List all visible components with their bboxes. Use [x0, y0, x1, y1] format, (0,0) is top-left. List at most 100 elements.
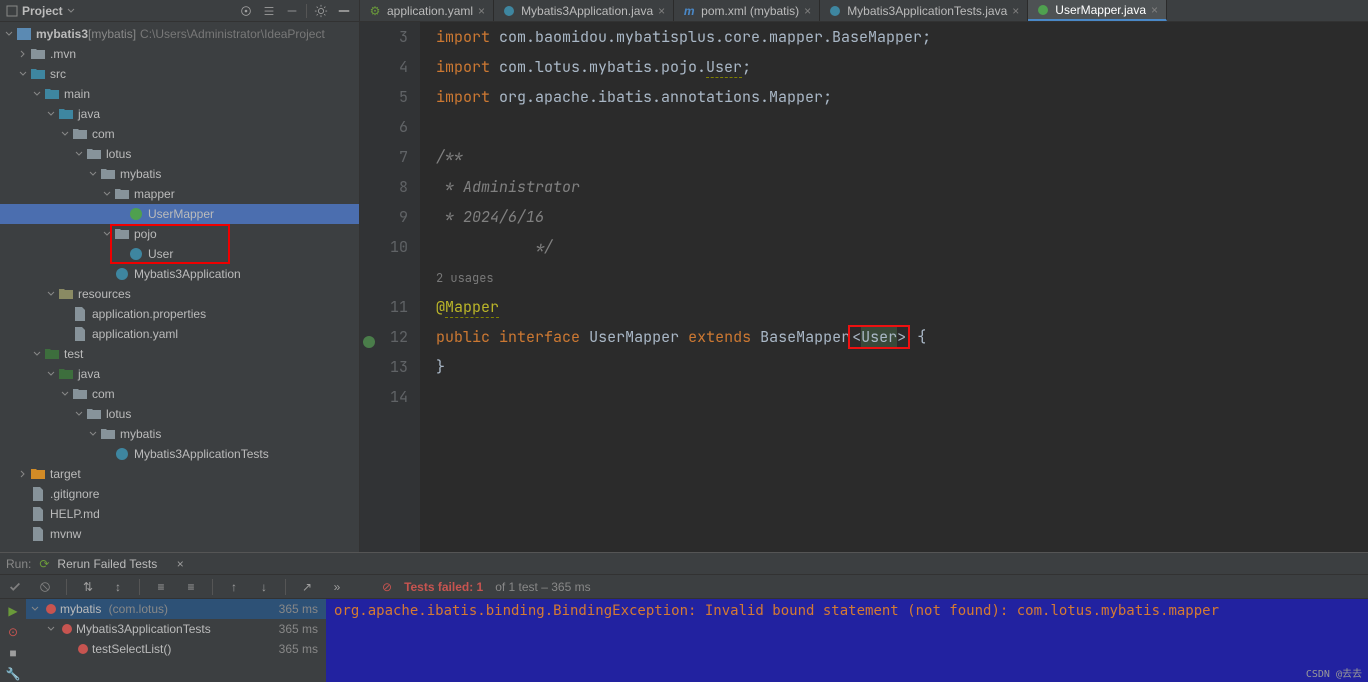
chevron-down-icon[interactable]: [18, 69, 28, 79]
sort2-icon[interactable]: ↕: [109, 578, 127, 596]
locate-icon[interactable]: [237, 2, 255, 20]
tree-item[interactable]: mybatis: [0, 424, 359, 444]
code-line[interactable]: * Administrator: [436, 172, 1368, 202]
close-icon[interactable]: ×: [478, 4, 485, 18]
chevron-down-icon[interactable]: [60, 389, 70, 399]
project-tree[interactable]: mybatis3 [mybatis]C:\Users\Administrator…: [0, 22, 359, 552]
next-fail-icon[interactable]: ↓: [255, 578, 273, 596]
tree-item[interactable]: main: [0, 84, 359, 104]
gear-icon[interactable]: [312, 2, 330, 20]
toggle-pass-icon[interactable]: [6, 578, 24, 596]
editor-tab[interactable]: UserMapper.java ×: [1028, 0, 1167, 21]
chevron-down-icon[interactable]: [74, 149, 84, 159]
code-line[interactable]: import com.lotus.mybatis.pojo.User;: [436, 52, 1368, 82]
code-line[interactable]: @Mapper: [436, 292, 1368, 322]
tree-item[interactable]: Mybatis3ApplicationTests: [0, 444, 359, 464]
run-icon[interactable]: ▶: [4, 603, 22, 618]
editor-tab[interactable]: mpom.xml (mybatis) ×: [674, 0, 820, 21]
tree-item[interactable]: com: [0, 384, 359, 404]
tree-item[interactable]: User: [0, 244, 359, 264]
toggle-ignored-icon[interactable]: [36, 578, 54, 596]
code-line[interactable]: }: [436, 352, 1368, 382]
close-icon[interactable]: ×: [804, 4, 811, 18]
code-line[interactable]: public interface UserMapper extends Base…: [436, 322, 1368, 352]
editor-tab[interactable]: Mybatis3ApplicationTests.java ×: [820, 0, 1028, 21]
tree-item[interactable]: mybatis: [0, 164, 359, 184]
code-line[interactable]: [436, 112, 1368, 142]
code-line[interactable]: import org.apache.ibatis.annotations.Map…: [436, 82, 1368, 112]
chevron-down-icon[interactable]: [46, 109, 56, 119]
code-line[interactable]: /**: [436, 142, 1368, 172]
chevron-right-icon[interactable]: [18, 469, 28, 479]
collapse-icon[interactable]: ≡: [182, 578, 200, 596]
chevron-down-icon[interactable]: [74, 409, 84, 419]
tree-item[interactable]: lotus: [0, 404, 359, 424]
tree-item[interactable]: target: [0, 464, 359, 484]
debug-icon[interactable]: ⊙: [4, 624, 22, 639]
chevron-down-icon[interactable]: [88, 429, 98, 439]
code-line[interactable]: [436, 382, 1368, 412]
tree-item[interactable]: HELP.md: [0, 504, 359, 524]
code-editor[interactable]: 34567891011121314 import com.baomidou.my…: [360, 22, 1368, 552]
run-config-name[interactable]: Rerun Failed Tests: [57, 557, 157, 571]
override-gutter-icon[interactable]: [362, 329, 376, 343]
tree-item[interactable]: .gitignore: [0, 484, 359, 504]
tree-item[interactable]: mvnw: [0, 524, 359, 544]
chevron-down-icon[interactable]: [60, 129, 70, 139]
code-line[interactable]: */: [436, 232, 1368, 262]
code-body[interactable]: import com.baomidou.mybatisplus.core.map…: [420, 22, 1368, 552]
expand-icon[interactable]: ≡: [152, 578, 170, 596]
chevron-right-icon[interactable]: [18, 49, 28, 59]
close-icon[interactable]: ×: [1151, 3, 1158, 17]
chevron-down-icon[interactable]: [102, 189, 112, 199]
expand-all-icon[interactable]: [260, 2, 278, 20]
tree-item[interactable]: pojo: [0, 224, 359, 244]
tree-item[interactable]: com: [0, 124, 359, 144]
chevron-down-icon[interactable]: [32, 89, 42, 99]
tree-item[interactable]: java: [0, 364, 359, 384]
tree-item[interactable]: test: [0, 344, 359, 364]
chevron-down-icon[interactable]: [30, 604, 40, 614]
tree-item[interactable]: java: [0, 104, 359, 124]
close-icon[interactable]: ×: [658, 4, 665, 18]
chevron-down-icon[interactable]: [46, 369, 56, 379]
close-icon[interactable]: ×: [171, 555, 189, 573]
chevron-down-icon[interactable]: [32, 349, 42, 359]
tree-item[interactable]: application.yaml: [0, 324, 359, 344]
editor-tab[interactable]: Mybatis3Application.java ×: [494, 0, 674, 21]
chevron-down-icon[interactable]: [46, 289, 56, 299]
tree-item[interactable]: src: [0, 64, 359, 84]
code-line[interactable]: 2 usages: [436, 262, 1368, 292]
test-console[interactable]: org.apache.ibatis.binding.BindingExcepti…: [326, 599, 1368, 682]
stop-icon[interactable]: ■: [4, 646, 22, 661]
tree-item[interactable]: Mybatis3Application: [0, 264, 359, 284]
tree-root[interactable]: mybatis3 [mybatis]C:\Users\Administrator…: [0, 24, 359, 44]
chevron-down-icon[interactable]: [102, 229, 112, 239]
chevron-down-icon[interactable]: [88, 169, 98, 179]
test-tree-item[interactable]: Mybatis3ApplicationTests 365 ms: [26, 619, 326, 639]
export-icon[interactable]: ↗: [298, 578, 316, 596]
project-panel-title[interactable]: Project: [6, 4, 75, 18]
wrench-icon[interactable]: 🔧: [4, 667, 22, 682]
tree-item[interactable]: lotus: [0, 144, 359, 164]
rerun-icon[interactable]: ⟳: [39, 557, 49, 571]
test-tree-item[interactable]: testSelectList() 365 ms: [26, 639, 326, 659]
tree-item[interactable]: mapper: [0, 184, 359, 204]
chevron-down-icon[interactable]: [46, 624, 56, 634]
chevron-down-icon[interactable]: [4, 29, 14, 39]
sort-icon[interactable]: ⇅: [79, 578, 97, 596]
code-line[interactable]: import com.baomidou.mybatisplus.core.map…: [436, 22, 1368, 52]
tree-item[interactable]: resources: [0, 284, 359, 304]
collapse-all-icon[interactable]: [283, 2, 301, 20]
more-icon[interactable]: »: [328, 578, 346, 596]
editor-tab[interactable]: ⚙application.yaml ×: [360, 0, 494, 21]
hide-icon[interactable]: [335, 2, 353, 20]
prev-fail-icon[interactable]: ↑: [225, 578, 243, 596]
code-line[interactable]: * 2024/6/16: [436, 202, 1368, 232]
tree-item[interactable]: UserMapper: [0, 204, 359, 224]
tree-item[interactable]: .mvn: [0, 44, 359, 64]
tree-item[interactable]: application.properties: [0, 304, 359, 324]
test-tree[interactable]: mybatis (com.lotus) 365 ms Mybatis3Appli…: [26, 599, 326, 682]
close-icon[interactable]: ×: [1012, 4, 1019, 18]
test-tree-item[interactable]: mybatis (com.lotus) 365 ms: [26, 599, 326, 619]
